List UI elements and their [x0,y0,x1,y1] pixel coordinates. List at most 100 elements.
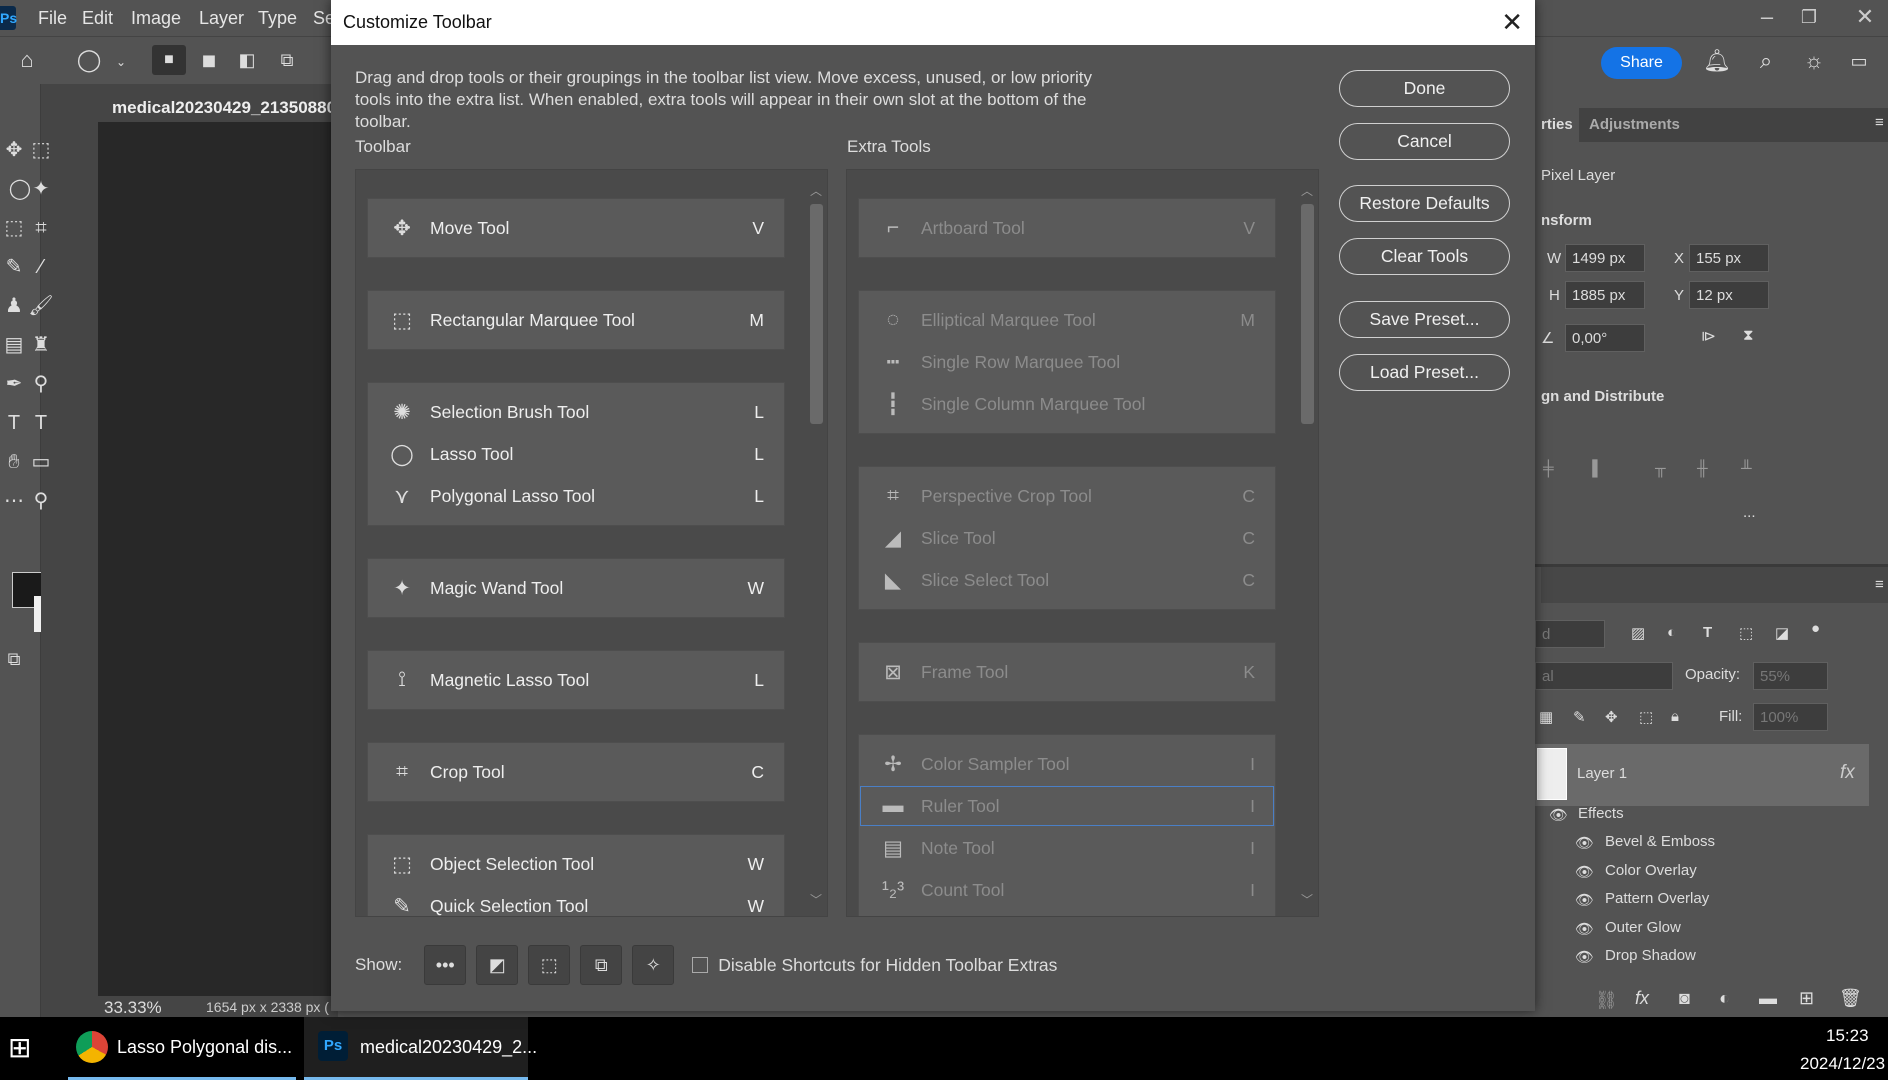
align-bottom-icon[interactable]: ╨ [1741,460,1752,477]
menu-file[interactable]: File [38,8,67,29]
extra-group[interactable]: ◌ Elliptical Marquee Tool M ┅ Single Row Mar… [858,290,1276,434]
eye-icon[interactable]: 👁︎ [1575,948,1594,966]
toolbar-group[interactable]: ⬚ Object Selection Tool W ✎ Quick Selection … [367,834,785,916]
add-mask-icon[interactable]: ◙ [1679,988,1690,1009]
align-middle-icon[interactable]: ╫ [1697,460,1708,477]
lock-position-icon[interactable]: ✥ [1605,708,1618,726]
new-selection-icon[interactable]: ■ [152,45,186,75]
layer-row[interactable]: Layer 1 fx [1535,744,1869,806]
toolbar-scrollbar[interactable]: ︿ ﹀ [808,182,824,908]
zoom-level[interactable]: 33.33% [104,998,162,1017]
extra-item[interactable]: ✢ Color Sampler Tool I [859,743,1275,785]
extra-item[interactable]: ◣ Slice Select Tool C [859,559,1275,601]
height-field[interactable]: 1885 px [1565,281,1645,309]
x-field[interactable]: 155 px [1689,244,1769,272]
tab-adjustments[interactable]: Adjustments [1589,116,1680,133]
restore-defaults-button[interactable]: Restore Defaults [1339,185,1510,222]
extra-group[interactable]: ⊠ Frame Tool K [858,642,1276,702]
extra-item[interactable]: ┅ Single Row Marquee Tool [859,341,1275,383]
filter-toggle[interactable]: ● [1811,620,1820,637]
extra-item[interactable]: ▬ Ruler Tool I [859,785,1275,827]
align-right-icon[interactable]: ▐ [1587,460,1598,477]
menu-layer[interactable]: Layer [199,8,244,29]
screen-mode-icon[interactable]: ⧉ [0,644,31,674]
toolbar-item[interactable]: ⬚ Rectangular Marquee Tool M [368,299,784,341]
generative-icon[interactable]: ✧ [632,945,675,985]
eye-icon[interactable]: 👁︎ [1575,834,1594,852]
fill-field[interactable]: 100% [1753,703,1828,731]
layer-name[interactable]: Layer 1 [1577,765,1627,782]
menu-image[interactable]: Image [131,8,181,29]
toolbar-group[interactable]: ✦ Magic Wand Tool W [367,558,785,618]
history-brush-icon[interactable]: ♜ [24,330,58,360]
toolbar-item[interactable]: ⌗ Crop Tool C [368,751,784,793]
effect-item[interactable]: Bevel & Emboss [1605,833,1715,850]
toolbar-item[interactable]: ◯ Lasso Tool L [368,433,784,475]
extra-group[interactable]: ⌐ Artboard Tool V [858,198,1276,258]
toolbar-group[interactable]: ✥ Move Tool V [367,198,785,258]
toolbar-item[interactable]: ✺ Selection Brush Tool L [368,391,784,433]
eye-icon[interactable]: 👁︎ [1549,806,1568,824]
new-group-icon[interactable]: ▬ [1759,988,1777,1009]
workspace-icon[interactable]: ▭ [1842,46,1876,76]
add-style-icon[interactable]: fx [1635,988,1649,1009]
width-field[interactable]: 1499 px [1565,244,1645,272]
more-options-button[interactable]: ... [1743,504,1756,521]
type-filter-icon[interactable]: T [1703,624,1712,641]
delete-layer-icon[interactable]: 🗑︎ [1839,988,1862,1009]
fx-icon[interactable]: fx [1840,762,1855,784]
extra-item[interactable]: ◌ Elliptical Marquee Tool M [859,299,1275,341]
new-adjustment-icon[interactable]: ◐ [1719,988,1730,1009]
filter-select[interactable]: d [1535,620,1605,648]
toolbar-list[interactable]: ✥ Move Tool V ⬚ Rectangular Marquee Tool M ✺ Se… [355,169,828,917]
toolbar-group[interactable]: ⬚ Rectangular Marquee Tool M [367,290,785,350]
extra-group[interactable]: ⌗ Perspective Crop Tool C ◢ Slice Tool C ◣ Slic… [858,466,1276,610]
load-preset-button[interactable]: Load Preset... [1339,354,1510,391]
horizontal-type-icon[interactable]: T [24,408,58,438]
angle-field[interactable]: 0,00° [1565,324,1645,352]
tab-properties[interactable]: rties [1541,116,1573,133]
screen-mode-icon[interactable]: ⧉ [580,945,623,985]
extra-tools-list[interactable]: ⌐ Artboard Tool V ◌ Elliptical Marquee Tool M… [846,169,1319,917]
effect-item[interactable]: Outer Glow [1605,919,1681,936]
brush-icon[interactable]: 🖌︎ [24,291,58,321]
disable-shortcuts-label[interactable]: Disable Shortcuts for Hidden Toolbar Ext… [718,955,1057,976]
document-tab[interactable]: medical20230429_21350880 [98,84,338,122]
extra-item[interactable]: ⌐ Artboard Tool V [859,207,1275,249]
color-swatch-icon[interactable]: ◩ [476,945,519,985]
magic-wand-tool-icon[interactable]: ✦ [24,174,58,204]
layers-menu-icon[interactable]: ≡ [1875,576,1884,593]
toolbar-group[interactable]: ✺ Selection Brush Tool L ◯ Lasso Tool L ⋎ Polyg… [367,382,785,526]
lock-all-icon[interactable]: 🔒︎ [1671,708,1679,725]
marquee-tool-icon[interactable]: ⬚ [24,135,58,165]
taskbar-item-chrome[interactable]: Lasso Polygonal dis... [68,1017,296,1080]
smart-object-filter-icon[interactable]: ◪ [1775,624,1789,642]
rectangle-tool-icon[interactable]: ▭ [24,447,58,477]
image-filter-icon[interactable]: ▨ [1631,624,1645,642]
search-icon[interactable]: ⌕ [1749,46,1783,76]
done-button[interactable]: Done [1339,70,1510,107]
dodge-icon[interactable]: ⚲ [24,369,58,399]
align-top-icon[interactable]: ╥ [1655,460,1666,477]
effect-item[interactable]: Drop Shadow [1605,947,1696,964]
disable-shortcuts-checkbox[interactable] [692,957,709,973]
toolbar-item[interactable]: ⋎ Polygonal Lasso Tool L [368,475,784,517]
minimize-icon[interactable]: – [1750,2,1784,32]
lock-paint-icon[interactable]: ✎ [1573,708,1586,726]
extra-group[interactable]: ✢ Color Sampler Tool I ▬ Ruler Tool I ▤ Note To… [858,734,1276,916]
extra-item[interactable]: ¹₂³ Count Tool I [859,869,1275,911]
share-button[interactable]: Share [1601,47,1682,79]
subtract-selection-icon[interactable]: ◧ [230,45,264,75]
discover-icon[interactable]: ☼ [1797,46,1831,76]
align-center-icon[interactable]: ╪ [1543,460,1554,477]
lasso-icon[interactable]: ◯ [72,45,106,75]
toolbar-item[interactable]: ⬚ Object Selection Tool W [368,843,784,885]
toolbar-item[interactable]: ✥ Move Tool V [368,207,784,249]
save-preset-button[interactable]: Save Preset... [1339,301,1510,338]
eyedropper-icon[interactable]: ⁄ [24,252,58,282]
clear-tools-button[interactable]: Clear Tools [1339,238,1510,275]
adjustment-filter-icon[interactable]: ◐ [1667,624,1676,641]
panel-menu-icon[interactable]: ≡ [1875,114,1884,131]
extra-tools-scrollbar[interactable]: ︿ ﹀ [1299,182,1315,908]
eye-icon[interactable]: 👁︎ [1575,891,1594,909]
